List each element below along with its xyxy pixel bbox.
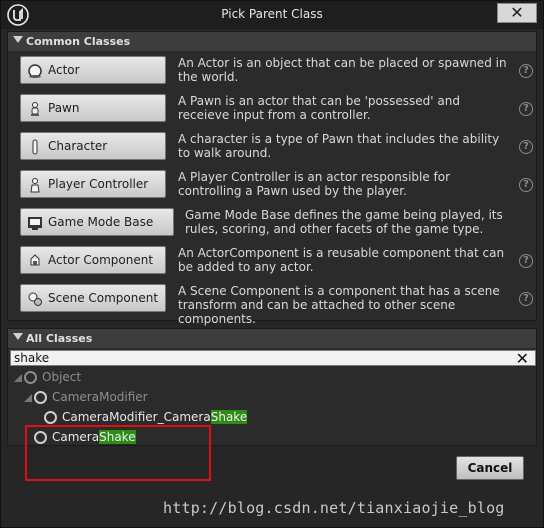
actor-component-description: An ActorComponent is a reusable componen… [178, 246, 505, 274]
class-row-player-controller: Player Controller A Player Controller is… [8, 166, 536, 204]
game-mode-icon [28, 217, 42, 230]
clear-search-icon[interactable]: ✕ [516, 349, 529, 368]
tree-item-label: CameraModifier_CameraShake [62, 410, 248, 424]
player-controller-description: A Player Controller is an actor responsi… [178, 170, 451, 198]
chevron-down-icon [13, 36, 23, 43]
help-icon[interactable]: ? [519, 140, 533, 154]
actor-description: An Actor is an object that can be placed… [178, 56, 507, 84]
cancel-button[interactable]: Cancel [456, 456, 524, 480]
common-classes-section: Common Classes Actor An Actor is an obje… [7, 31, 537, 326]
game-mode-base-button[interactable]: Game Mode Base [20, 208, 174, 236]
scene-component-description: A Scene Component is a component that ha… [178, 284, 500, 326]
pawn-description: A Pawn is an actor that can be 'possesse… [178, 94, 460, 122]
actor-component-icon [30, 254, 40, 266]
class-search-input[interactable]: shake ✕ [10, 349, 536, 368]
class-row-actor: Actor An Actor is an object that can be … [8, 52, 536, 90]
class-circle-icon [44, 411, 57, 424]
help-icon[interactable]: ? [519, 102, 533, 116]
tree-item-label: Object [42, 370, 82, 384]
tree-row-camera-modifier[interactable]: CameraModifier [12, 388, 232, 408]
common-classes-label: Common Classes [26, 35, 131, 48]
actor-button[interactable]: Actor [20, 56, 166, 84]
scene-component-button[interactable]: Scene Component [20, 284, 166, 312]
class-row-game-mode-base: Game Mode Base Game Mode Base defines th… [8, 204, 536, 242]
game-mode-base-description: Game Mode Base defines the game being pl… [185, 208, 503, 236]
help-icon[interactable]: ? [519, 64, 533, 78]
pawn-button[interactable]: Pawn [20, 94, 166, 122]
window-title: Pick Parent Class [221, 7, 323, 21]
close-button[interactable]: ✕ [497, 3, 537, 23]
actor-component-button[interactable]: Actor Component [20, 246, 166, 274]
game-mode-base-button-label: Game Mode Base [48, 215, 154, 229]
title-bar[interactable]: Pick Parent Class ✕ [1, 1, 543, 29]
player-controller-icon [30, 178, 40, 193]
tree-expand-arrow-icon[interactable] [14, 374, 22, 382]
highlight-annotation-box [25, 425, 211, 481]
watermark-text: http://blog.csdn.net/tianxiaojie_blog [163, 499, 505, 517]
search-match-highlight: Shake [210, 410, 248, 424]
scene-component-button-label: Scene Component [48, 291, 159, 305]
character-description: A character is a type of Pawn that inclu… [178, 132, 500, 160]
class-circle-icon [24, 371, 37, 384]
chevron-down-icon [13, 333, 23, 340]
actor-icon [28, 64, 42, 78]
class-circle-icon [34, 391, 47, 404]
pawn-icon [31, 102, 39, 116]
actor-button-label: Actor [48, 63, 80, 77]
character-button[interactable]: Character [20, 132, 166, 160]
search-value: shake [14, 351, 50, 365]
class-row-character: Character A character is a type of Pawn … [8, 128, 536, 166]
scene-component-icon [28, 292, 42, 306]
tree-expand-arrow-icon[interactable] [24, 394, 32, 402]
player-controller-button-label: Player Controller [48, 177, 149, 191]
help-icon[interactable]: ? [519, 292, 533, 306]
pawn-button-label: Pawn [48, 101, 80, 115]
class-row-scene-component: Scene Component A Scene Component is a c… [8, 280, 536, 326]
actor-component-button-label: Actor Component [48, 253, 154, 267]
help-icon[interactable]: ? [519, 254, 533, 268]
common-classes-header[interactable]: Common Classes [8, 32, 536, 52]
all-classes-label: All Classes [26, 332, 93, 345]
all-classes-header[interactable]: All Classes [8, 329, 536, 349]
pick-parent-class-dialog: Pick Parent Class ✕ Common Classes Actor… [0, 0, 544, 528]
class-row-pawn: Pawn A Pawn is an actor that can be 'pos… [8, 90, 536, 128]
character-icon [32, 139, 38, 155]
character-button-label: Character [48, 139, 108, 153]
class-row-actor-component: Actor Component An ActorComponent is a r… [8, 242, 536, 280]
tree-item-label: CameraModifier [52, 390, 148, 404]
tree-row-object[interactable]: Object [12, 368, 212, 388]
help-icon[interactable]: ? [519, 178, 533, 192]
player-controller-button[interactable]: Player Controller [20, 170, 166, 198]
